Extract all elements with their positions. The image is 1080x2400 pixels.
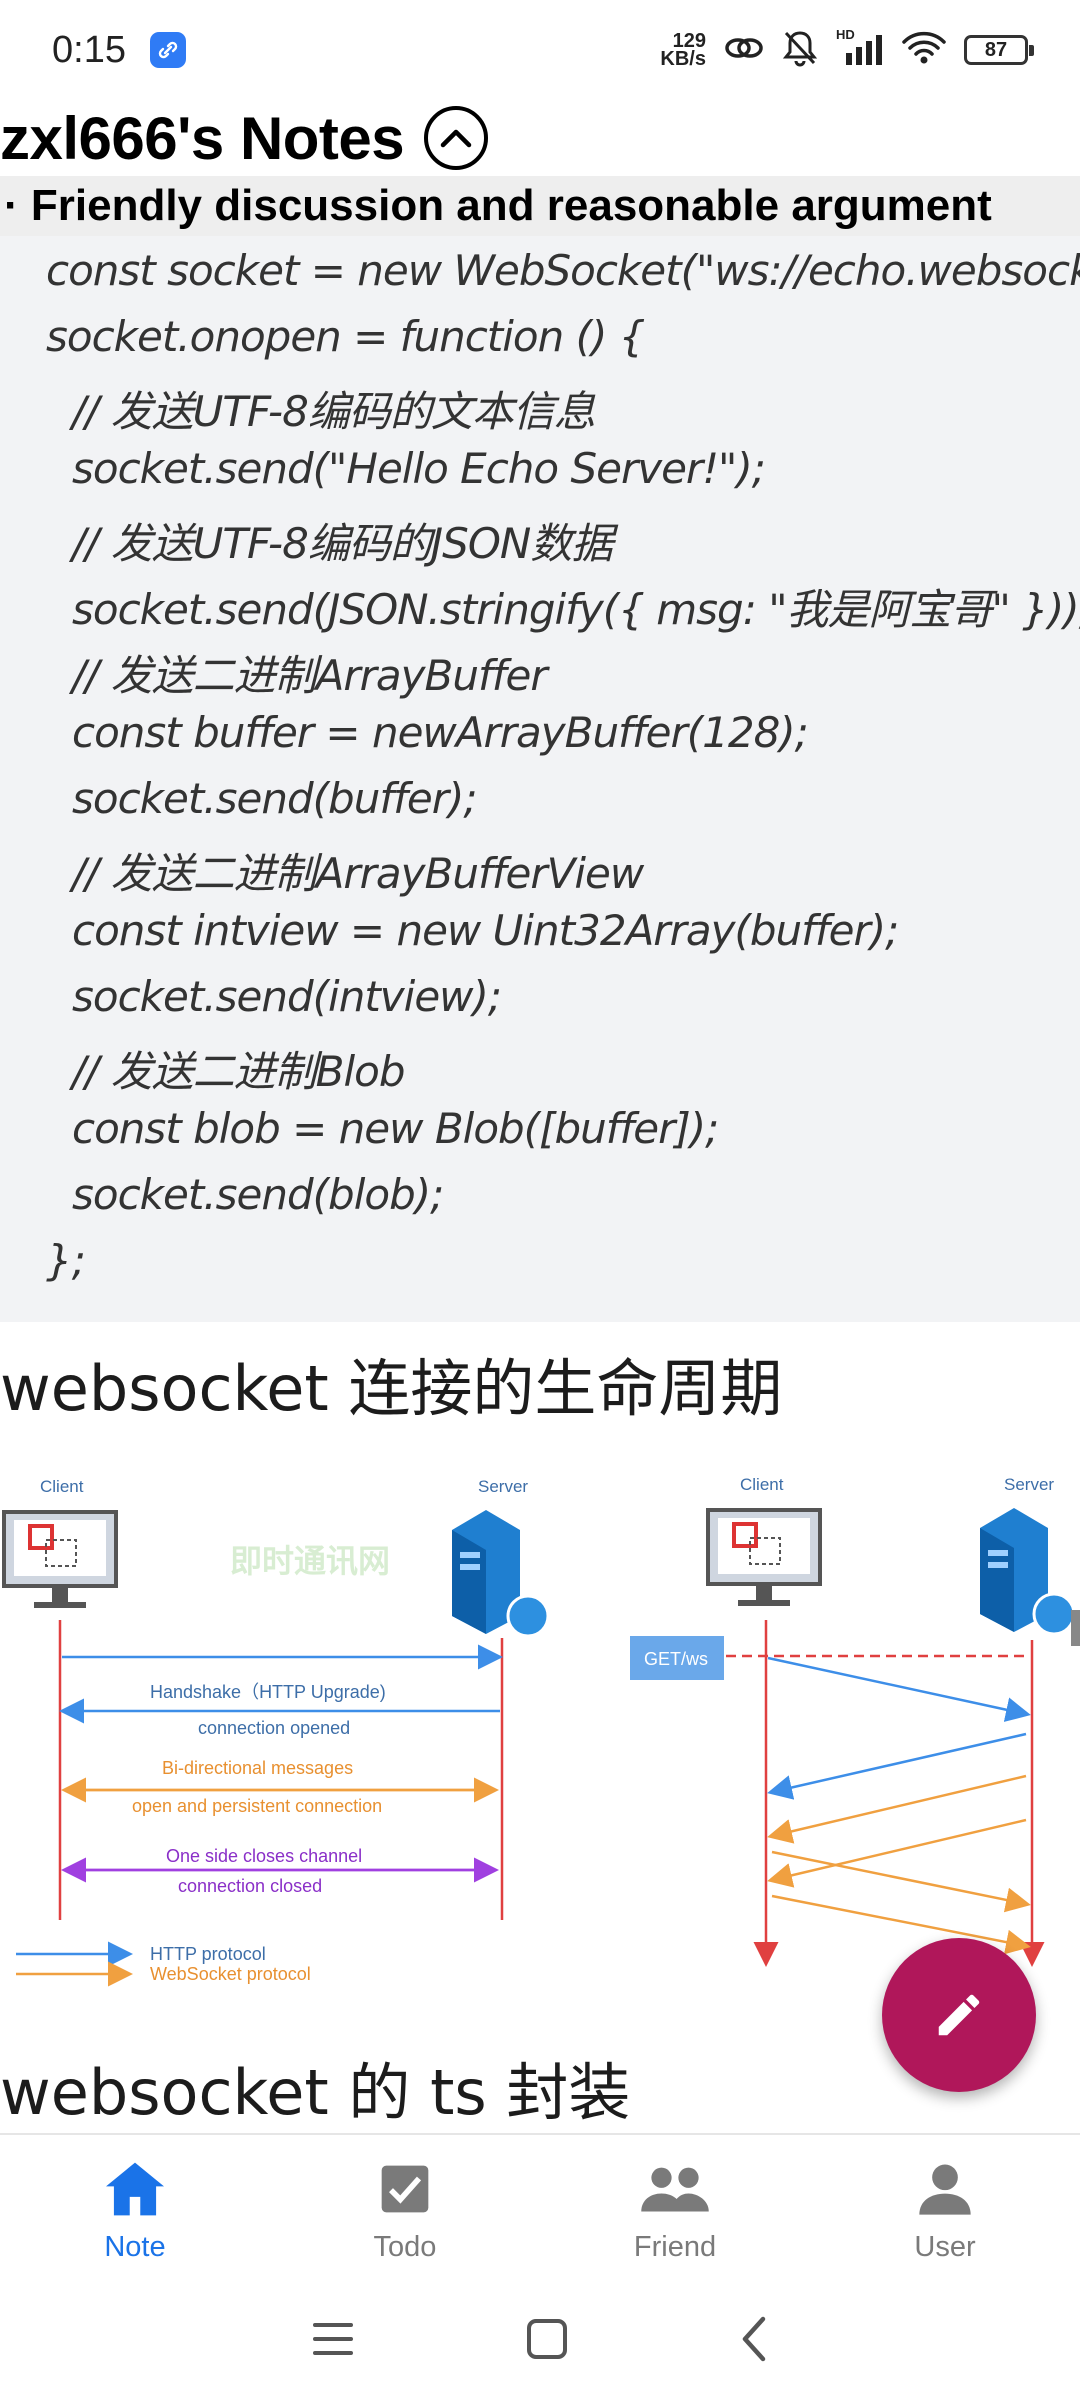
server-icon xyxy=(452,1510,550,1638)
back-icon[interactable] xyxy=(739,2315,769,2368)
code-line: // 发送二进制Blob xyxy=(72,1047,405,1096)
home-icon xyxy=(99,2157,171,2221)
page-subtitle: · Friendly discussion and reasonable arg… xyxy=(4,181,992,230)
code-line: const buffer = newArrayBuffer(128); xyxy=(72,708,809,757)
handshake-label: Handshake（HTTP Upgrade) xyxy=(150,1682,386,1702)
pencil-icon xyxy=(938,1994,980,2036)
subtitle-bar: · Friendly discussion and reasonable arg… xyxy=(0,176,1080,236)
code-line: const intview = new Uint32Array(buffer); xyxy=(72,906,899,955)
people-icon xyxy=(639,2157,711,2221)
nav-item-friend[interactable]: Friend xyxy=(540,2135,810,2283)
code-line: socket.send("Hello Echo Server!"); xyxy=(72,444,766,493)
bottom-nav: Note Todo Friend User xyxy=(0,2133,1080,2283)
code-line: // 发送UTF-8编码的JSON数据 xyxy=(72,519,613,568)
server-label: Server xyxy=(478,1477,528,1496)
code-line: // 发送二进制ArrayBuffer xyxy=(72,651,548,700)
system-nav-bar xyxy=(0,2283,1080,2400)
nav-label-note: Note xyxy=(104,2231,166,2263)
server-icon-2 xyxy=(980,1508,1076,1636)
code-line: socket.send(intview); xyxy=(72,972,502,1021)
opened-label: connection opened xyxy=(198,1718,350,1738)
client-computer-icon xyxy=(2,1510,118,1608)
home-square-icon[interactable] xyxy=(525,2317,569,2366)
nav-label-user: User xyxy=(914,2231,976,2263)
nav-label-friend: Friend xyxy=(633,2231,717,2263)
code-line: socket.send(blob); xyxy=(72,1170,444,1219)
code-line: // 发送UTF-8编码的文本信息 xyxy=(72,387,596,436)
collapse-button[interactable] xyxy=(424,106,489,170)
section-heading-ts: websocket 的 ts 封装 xyxy=(0,2056,631,2129)
nav-item-note[interactable]: Note xyxy=(0,2135,270,2283)
get-ws-label: GET/ws xyxy=(644,1649,708,1669)
code-line: const blob = new Blob([buffer]); xyxy=(72,1104,719,1153)
app-notification-icon xyxy=(149,32,186,68)
person-icon xyxy=(909,2157,981,2221)
watermark: 即时通讯网 xyxy=(230,1543,390,1579)
link-icon xyxy=(724,31,764,70)
page-title: zxl666's Notes xyxy=(0,104,405,172)
legend-ws: WebSocket protocol xyxy=(150,1964,311,1984)
client-label-2: Client xyxy=(740,1475,784,1494)
status-indicators: 129 KB/s HD 87 xyxy=(660,27,1034,72)
code-line: }; xyxy=(46,1236,86,1285)
code-line: const socket = new WebSocket("ws://echo.… xyxy=(46,246,1080,295)
code-line: socket.send(buffer); xyxy=(72,774,478,823)
menu-icon[interactable] xyxy=(311,2319,355,2364)
wifi-icon xyxy=(902,31,946,70)
nav-item-user[interactable]: User xyxy=(810,2135,1080,2283)
edit-fab-button[interactable] xyxy=(882,1938,1036,2092)
nav-label-todo: Todo xyxy=(373,2231,437,2263)
persistent-label: open and persistent connection xyxy=(132,1796,382,1816)
code-line: // 发送二进制ArrayBufferView xyxy=(72,849,644,898)
notes-header: zxl666's Notes xyxy=(0,100,1080,176)
nav-item-todo[interactable]: Todo xyxy=(270,2135,540,2283)
net-speed: 129 KB/s xyxy=(660,31,706,70)
closes-label: One side closes channel xyxy=(166,1846,362,1866)
status-time: 0:15 xyxy=(52,28,126,71)
code-line: socket.send(JSON.stringify({ msg: "我是阿宝哥… xyxy=(72,585,1080,634)
legend-http: HTTP protocol xyxy=(150,1944,266,1964)
client-label: Client xyxy=(40,1477,84,1496)
status-bar: 0:15 129 KB/s HD 87 xyxy=(0,0,1080,100)
signal-icon: HD xyxy=(836,27,884,67)
checkbox-icon xyxy=(369,2157,441,2221)
code-block: const socket = new WebSocket("ws://echo.… xyxy=(0,236,1080,1322)
section-heading-lifecycle: websocket 连接的生命周期 xyxy=(0,1352,783,1425)
signal-hd-label: HD xyxy=(836,27,855,42)
client-computer-icon-2 xyxy=(706,1508,822,1606)
bell-off-icon xyxy=(782,29,818,72)
server-label-2: Server xyxy=(1004,1475,1054,1494)
code-line: socket.onopen = function () { xyxy=(46,312,645,361)
closed-label: connection closed xyxy=(178,1876,322,1896)
chevron-up-icon xyxy=(440,129,472,148)
battery-indicator: 87 xyxy=(964,35,1034,65)
lifecycle-diagram: Client Server 即时通讯网 Handshake（HTTP Upgra… xyxy=(2,1475,1080,1987)
bidirectional-label: Bi-directional messages xyxy=(162,1758,353,1778)
net-speed-unit: KB/s xyxy=(660,48,706,70)
